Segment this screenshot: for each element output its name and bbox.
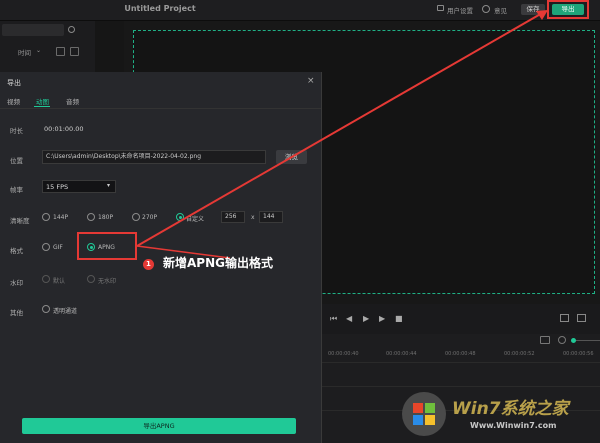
watermark-brand: Win7系统之家 <box>452 399 569 419</box>
windows-logo-icon <box>402 392 446 436</box>
annotation-badge-number: 1 <box>146 260 151 268</box>
annotation-text: 新增APNG输出格式 <box>163 256 273 270</box>
export-highlight-box <box>547 0 589 19</box>
annotation-arrow-line <box>136 11 545 247</box>
annotation-arrows <box>136 0 589 259</box>
watermark-url: Www.Winwin7.com <box>470 421 557 430</box>
